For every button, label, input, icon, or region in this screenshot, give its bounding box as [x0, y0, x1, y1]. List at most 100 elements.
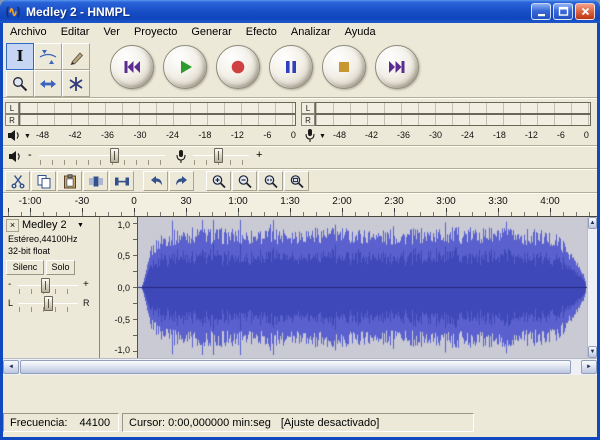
output-volume-thumb[interactable]	[110, 148, 119, 163]
close-icon	[581, 7, 589, 16]
menu-archivo[interactable]: Archivo	[3, 25, 54, 39]
envelope-tool-button[interactable]	[34, 43, 62, 70]
scroll-left-icon: ◄	[8, 364, 14, 370]
maximize-button[interactable]	[553, 3, 573, 20]
minimize-button[interactable]	[531, 3, 551, 20]
input-volume-thumb[interactable]	[214, 148, 223, 163]
multi-tool-button[interactable]	[62, 70, 90, 97]
redo-button[interactable]	[169, 171, 194, 191]
input-volume-plus-label: +	[256, 149, 263, 161]
draw-tool-button[interactable]	[62, 43, 90, 70]
db-label: -6	[556, 130, 565, 140]
scroll-left-button[interactable]: ◄	[3, 360, 19, 374]
fit-selection-button[interactable]	[258, 171, 283, 191]
scroll-right-icon: ►	[586, 364, 592, 370]
input-meter-left-bar[interactable]	[315, 102, 591, 114]
pan-slider[interactable]	[17, 296, 79, 312]
db-label: -12	[230, 130, 244, 140]
paste-button[interactable]	[57, 171, 82, 191]
input-meter-right-label: R	[301, 114, 315, 126]
output-meter-left-bar[interactable]	[19, 102, 296, 114]
timeline-label: 3:00	[436, 196, 456, 207]
mute-button[interactable]: Silenc	[6, 260, 44, 275]
skip-to-start-button[interactable]	[110, 45, 154, 89]
input-meter-dropdown-icon[interactable]: ▼	[319, 133, 326, 140]
timeline-label: -30	[74, 196, 90, 207]
output-meter-right-bar[interactable]	[19, 114, 296, 126]
skip-to-end-button[interactable]	[375, 45, 419, 89]
output-meter-scale: -48 -42 -36 -30 -24 -18 -12 -6 0	[36, 130, 296, 140]
zoom-tool-button[interactable]	[6, 70, 34, 97]
zoom-in-icon	[212, 174, 226, 188]
horizontal-scrollbar[interactable]: ◄ ►	[3, 358, 597, 375]
db-label: 0	[583, 130, 589, 140]
db-label: -48	[333, 130, 347, 140]
stop-button[interactable]	[322, 45, 366, 89]
output-volume-slider[interactable]	[38, 148, 166, 165]
gain-thumb[interactable]	[41, 278, 50, 293]
menu-efecto[interactable]: Efecto	[239, 25, 284, 39]
menu-proyecto[interactable]: Proyecto	[127, 25, 184, 39]
fit-project-button[interactable]	[284, 171, 309, 191]
track-title[interactable]: Medley 2	[22, 219, 67, 231]
titlebar[interactable]: Medley 2 - HNMPL	[0, 0, 600, 23]
timeline-label: 2:00	[332, 196, 352, 207]
gain-slider[interactable]	[17, 278, 79, 294]
menu-generar[interactable]: Generar	[184, 25, 238, 39]
transport-toolbar	[110, 45, 419, 89]
rate-label: Frecuencia:	[10, 416, 68, 429]
zoom-in-button[interactable]	[206, 171, 231, 191]
timeline-label: -1:00	[18, 196, 42, 207]
toolbar-separator-2	[3, 145, 597, 147]
audacity-window: Medley 2 - HNMPL Archivo Editar Ver Proy…	[0, 0, 600, 440]
scroll-up-button[interactable]: ▲	[588, 217, 597, 229]
track-close-button[interactable]: ×	[6, 219, 19, 232]
pan-right-label: R	[83, 298, 90, 308]
trim-button[interactable]	[83, 171, 108, 191]
menu-editar[interactable]: Editar	[54, 25, 97, 39]
skip-start-icon	[124, 61, 140, 73]
input-volume-slider[interactable]	[192, 148, 250, 165]
solo-button[interactable]: Solo	[46, 260, 75, 275]
close-button[interactable]	[575, 3, 595, 20]
cursor-position: Cursor: 0:00,000000 min:seg	[129, 416, 271, 429]
cut-button[interactable]	[5, 171, 30, 191]
db-label: -36	[100, 130, 114, 140]
track-menu-dropdown-icon[interactable]: ▼	[77, 222, 84, 229]
db-label: -30	[133, 130, 147, 140]
vertical-scrollbar[interactable]: ▲ ▼	[587, 217, 597, 358]
undo-icon	[150, 175, 162, 185]
scroll-right-button[interactable]: ►	[581, 360, 597, 374]
silence-button[interactable]	[109, 171, 134, 191]
timeline-label: 2:30	[384, 196, 404, 207]
output-meter-dropdown-icon[interactable]: ▼	[24, 133, 31, 140]
speaker-icon[interactable]	[7, 129, 22, 142]
selection-tool-button[interactable]: I	[6, 43, 34, 70]
microphone-icon[interactable]	[303, 128, 317, 143]
play-button[interactable]	[163, 45, 207, 89]
horizontal-scroll-thumb[interactable]	[20, 360, 571, 374]
copy-button[interactable]	[31, 171, 56, 191]
menu-ayuda[interactable]: Ayuda	[338, 25, 383, 39]
amplitude-label: -1,0	[114, 345, 130, 355]
record-button[interactable]	[216, 45, 260, 89]
db-label: -42	[68, 130, 82, 140]
amplitude-ruler[interactable]: 1,0 0,5 0,0 -0,5 -1,0	[100, 217, 138, 358]
timeshift-tool-button[interactable]	[34, 70, 62, 97]
menu-analizar[interactable]: Analizar	[284, 25, 338, 39]
zoom-out-icon	[238, 174, 252, 188]
pause-button[interactable]	[269, 45, 313, 89]
undo-button[interactable]	[143, 171, 168, 191]
output-meter-left-label: L	[5, 102, 19, 114]
zoom-out-button[interactable]	[232, 171, 257, 191]
pan-thumb[interactable]	[44, 296, 53, 311]
waveform-canvas[interactable]	[138, 217, 587, 358]
timeline-ruler[interactable]: -1:00 -30 0 30 1:00 1:30 2:00 2:30 3:00 …	[3, 194, 597, 217]
menu-ver[interactable]: Ver	[96, 25, 127, 39]
scroll-down-button[interactable]: ▼	[588, 346, 597, 358]
track-sample-format: 32-bit float	[8, 246, 51, 256]
track-control-panel: × Medley 2 ▼ Estéreo,44100Hz 32-bit floa…	[3, 217, 100, 358]
timeline-label: 3:30	[488, 196, 508, 207]
status-cursor-field: Cursor: 0:00,000000 min:seg [Ajuste desa…	[122, 413, 474, 432]
input-meter-right-bar[interactable]	[315, 114, 591, 126]
